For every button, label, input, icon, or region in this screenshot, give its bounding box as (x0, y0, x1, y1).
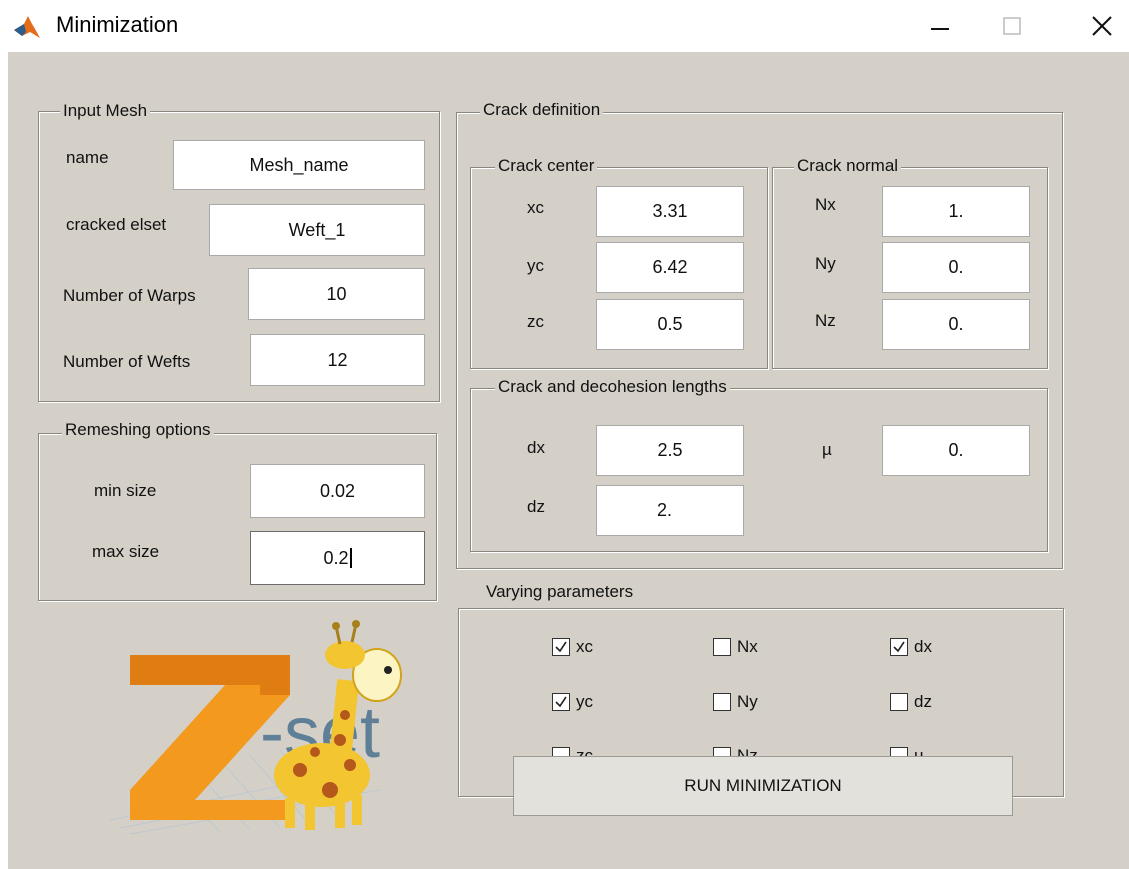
checkbox-dx[interactable]: dx (890, 637, 932, 657)
mu-field[interactable]: 0. (882, 425, 1030, 476)
xc-field[interactable]: 3.31 (596, 186, 744, 237)
dz-field[interactable]: 2. (596, 485, 744, 536)
zset-giraffe-logo: -set (109, 620, 402, 835)
checkbox-dz[interactable]: dz (890, 692, 932, 712)
checkbox-dx-label: dx (914, 637, 932, 656)
checkbox-nx-box[interactable] (713, 638, 731, 656)
mu-label: µ (822, 440, 832, 459)
crack-center-title: Crack center (495, 156, 598, 176)
checkbox-ny-label: Ny (737, 692, 758, 711)
wefts-field[interactable]: 12 (250, 334, 425, 386)
matlab-app-icon (14, 16, 40, 38)
checkbox-xc-box[interactable] (552, 638, 570, 656)
crack-normal-title: Crack normal (794, 156, 902, 176)
yc-field[interactable]: 6.42 (596, 242, 744, 293)
max-size-label: max size (92, 542, 160, 561)
remeshing-options-title: Remeshing options (62, 420, 214, 440)
nx-field[interactable]: 1. (882, 186, 1030, 237)
checkmark-icon (555, 696, 567, 708)
max-size-field[interactable]: 0.2 (250, 531, 425, 585)
yc-label: yc (527, 256, 544, 275)
checkbox-yc[interactable]: yc (552, 692, 593, 712)
ny-field[interactable]: 0. (882, 242, 1030, 293)
warps-field[interactable]: 10 (248, 268, 425, 320)
min-size-label: min size (94, 481, 157, 500)
crack-lengths-title: Crack and decohesion lengths (495, 377, 730, 397)
checkbox-nx[interactable]: Nx (713, 637, 758, 657)
warps-label: Number of Warps (63, 286, 196, 305)
ny-label: Ny (815, 254, 836, 273)
run-minimization-button[interactable]: RUN MINIMIZATION (513, 756, 1013, 816)
nz-field[interactable]: 0. (882, 299, 1030, 350)
zc-field[interactable]: 0.5 (596, 299, 744, 350)
close-icon[interactable] (1062, 0, 1129, 52)
crack-definition-title: Crack definition (480, 100, 604, 120)
checkbox-dz-label: dz (914, 692, 932, 711)
nz-label: Nz (815, 311, 836, 330)
checkbox-xc-label: xc (576, 637, 593, 656)
wefts-label: Number of Wefts (63, 352, 191, 371)
checkmark-icon (893, 641, 905, 653)
checkbox-nx-label: Nx (737, 637, 758, 656)
name-label: name (66, 148, 109, 167)
title-bar: Minimization (0, 0, 1129, 52)
checkbox-yc-label: yc (576, 692, 593, 711)
xc-label: xc (527, 198, 544, 217)
checkbox-ny-box[interactable] (713, 693, 731, 711)
dz-label: dz (527, 497, 545, 516)
window-title: Minimization (56, 12, 179, 37)
maximize-icon[interactable] (972, 0, 1052, 52)
checkbox-dz-box[interactable] (890, 693, 908, 711)
dx-label: dx (527, 438, 545, 457)
checkbox-dx-box[interactable] (890, 638, 908, 656)
dx-field[interactable]: 2.5 (596, 425, 744, 476)
cracked-elset-label: cracked elset (66, 215, 167, 234)
input-mesh-title: Input Mesh (60, 101, 151, 121)
min-size-field[interactable]: 0.02 (250, 464, 425, 518)
varying-parameters-title: Varying parameters (481, 580, 639, 608)
minimize-icon[interactable] (900, 0, 980, 52)
cracked-elset-field[interactable]: Weft_1 (209, 204, 425, 256)
zc-label: zc (527, 312, 544, 331)
checkmark-icon (555, 641, 567, 653)
checkbox-xc[interactable]: xc (552, 637, 593, 657)
text-cursor (349, 548, 352, 568)
checkbox-yc-box[interactable] (552, 693, 570, 711)
nx-label: Nx (815, 195, 836, 214)
max-size-value: 0.2 (323, 547, 349, 568)
checkbox-ny[interactable]: Ny (713, 692, 758, 712)
mesh-name-field[interactable]: Mesh_name (173, 140, 425, 190)
